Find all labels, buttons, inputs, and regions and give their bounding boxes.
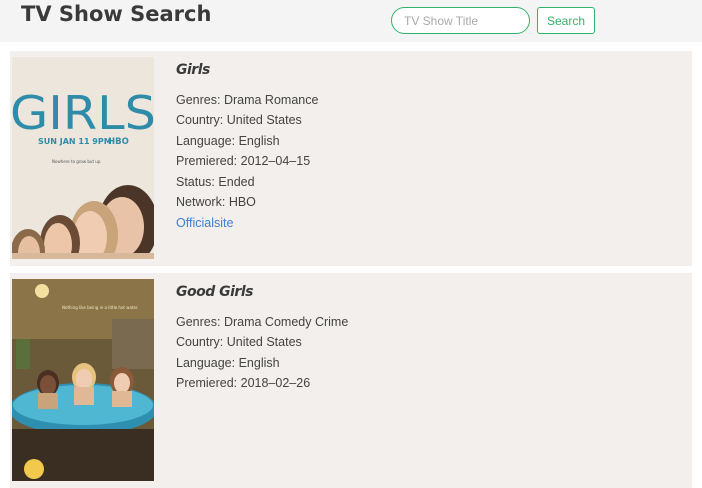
show-premiered: Premiered: 2018–02–26 — [176, 376, 310, 390]
show-card: Nothing like being in a little hot water… — [10, 273, 692, 488]
poster-title-text: GIRLS — [12, 86, 154, 140]
genres-value: Drama Romance — [223, 93, 319, 107]
genres-value: Drama Comedy Crime — [223, 315, 349, 329]
poster-tagline-text: Nowhere to grow but up — [52, 159, 101, 164]
poster-network-logo: HBO — [108, 137, 129, 147]
country-label: Country: — [176, 113, 224, 127]
show-country: Country: United States — [176, 113, 302, 127]
official-site-link[interactable]: Officialsite — [176, 216, 233, 230]
premiered-label: Premiered: — [176, 154, 238, 168]
premiered-value: 2018–02–26 — [240, 376, 311, 390]
country-value: United States — [226, 113, 302, 127]
language-label: Language: — [176, 356, 236, 370]
premiered-label: Premiered: — [176, 376, 238, 390]
app-header: TV Show Search Search — [0, 0, 702, 42]
show-poster-image: GIRLS SUN JAN 11 9PM HBO Nowhere to grow… — [12, 57, 154, 259]
network-value: HBO — [228, 195, 256, 209]
page-title: TV Show Search — [21, 2, 212, 26]
show-language: Language: English — [176, 356, 280, 370]
show-poster-image: Nothing like being in a little hot water… — [12, 279, 154, 481]
show-card: GIRLS SUN JAN 11 9PM HBO Nowhere to grow… — [10, 51, 692, 266]
network-label: Network: — [176, 195, 226, 209]
country-value: United States — [226, 335, 302, 349]
official-site-row: Officialsite — [176, 216, 233, 230]
poster-date-text: SUN JAN 11 9PM — [38, 137, 112, 146]
show-language: Language: English — [176, 134, 280, 148]
status-label: Status: — [176, 175, 215, 189]
show-genres: Genres: Drama Comedy Crime — [176, 315, 348, 329]
language-value: English — [238, 134, 280, 148]
show-title: Good Girls — [176, 284, 253, 300]
genres-label: Genres: — [176, 93, 221, 107]
show-network: Network: HBO — [176, 195, 256, 209]
show-genres: Genres: Drama Romance — [176, 93, 318, 107]
poster-artwork: Nothing like being in a little hot water… — [12, 279, 154, 481]
show-country: Country: United States — [176, 335, 302, 349]
search-button[interactable]: Search — [537, 7, 595, 34]
language-value: English — [238, 356, 280, 370]
premiered-value: 2012–04–15 — [240, 154, 311, 168]
show-status: Status: Ended — [176, 175, 255, 189]
show-premiered: Premiered: 2012–04–15 — [176, 154, 310, 168]
genres-label: Genres: — [176, 315, 221, 329]
show-title: Girls — [176, 62, 210, 78]
language-label: Language: — [176, 134, 236, 148]
poster-tagline-text: Nothing like being in a little hot water… — [62, 305, 139, 310]
search-input[interactable] — [391, 7, 530, 34]
poster-artwork: GIRLS SUN JAN 11 9PM HBO Nowhere to grow… — [12, 57, 154, 259]
country-label: Country: — [176, 335, 224, 349]
status-value: Ended — [218, 175, 255, 189]
